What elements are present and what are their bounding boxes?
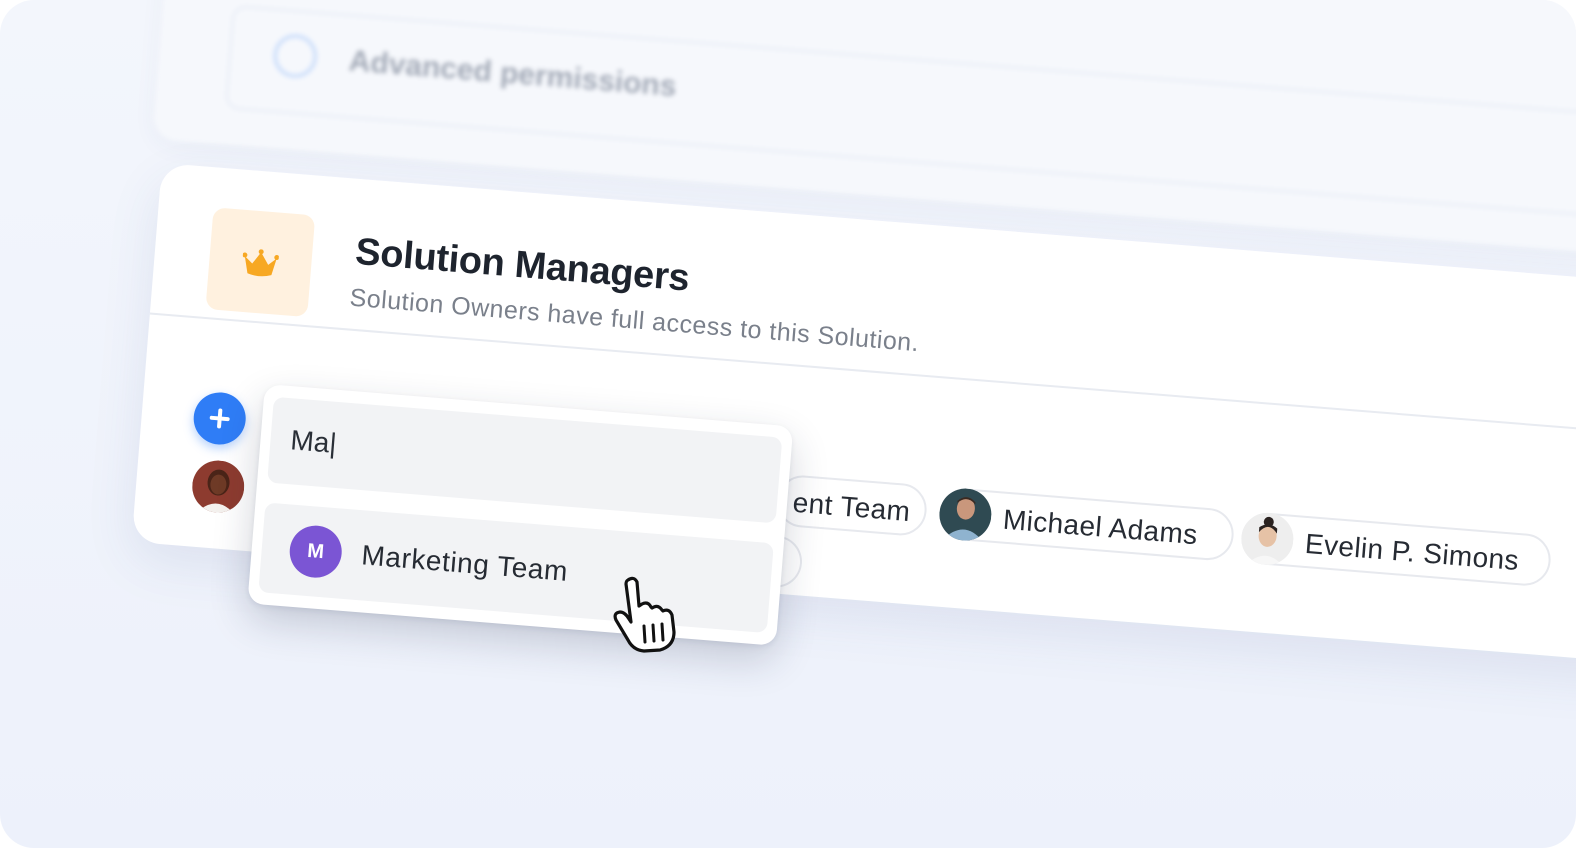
app-canvas: Advanced permissions Solution Managers S… <box>0 0 1576 848</box>
member-chip-label: Evelin P. Simons <box>1303 527 1521 577</box>
radio-button[interactable] <box>271 32 319 80</box>
search-input-value: Ma| <box>289 424 338 459</box>
add-member-button[interactable] <box>191 390 248 447</box>
role-icon-tile <box>205 207 316 318</box>
member-chip-team[interactable]: ent Team <box>774 473 929 538</box>
team-initial-avatar: M <box>287 523 344 580</box>
avatar <box>1239 510 1296 567</box>
member-search-dropdown: Ma| M Marketing Team <box>247 384 794 646</box>
search-result-label: Marketing Team <box>360 539 570 587</box>
plus-icon <box>209 408 230 429</box>
avatar <box>937 486 994 543</box>
member-chip-evelin-simons[interactable]: Evelin P. Simons <box>1239 510 1553 588</box>
member-chip-label: Michael Adams <box>1001 503 1199 551</box>
person-avatar-icon <box>190 458 247 515</box>
person-avatar-icon <box>937 486 994 543</box>
member-chip-label: ent Team <box>791 486 912 528</box>
person-avatar-icon <box>1239 510 1296 567</box>
crown-icon <box>242 249 280 277</box>
member-chip-michael-adams[interactable]: Michael Adams <box>937 486 1236 563</box>
member-avatar[interactable] <box>190 458 247 515</box>
search-result-marketing-team[interactable]: M Marketing Team <box>258 502 774 634</box>
advanced-permissions-label: Advanced permissions <box>347 44 678 104</box>
hand-pointer-icon <box>606 574 686 654</box>
